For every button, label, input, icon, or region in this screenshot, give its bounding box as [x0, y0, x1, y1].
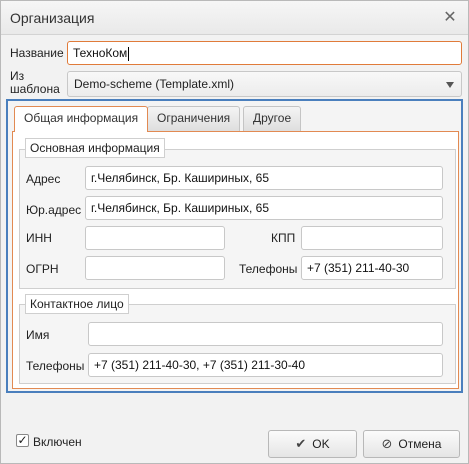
- name-input[interactable]: ТехноКом: [67, 41, 462, 65]
- ok-button[interactable]: ✔ OK: [268, 430, 357, 458]
- basic-info-legend: Основная информация: [25, 138, 165, 158]
- ok-button-label: OK: [312, 437, 330, 451]
- ogrn-input[interactable]: [85, 256, 225, 280]
- contact-name-label: Имя: [26, 328, 50, 342]
- inn-label: ИНН: [26, 231, 52, 245]
- cancel-button-label: Отмена: [398, 437, 442, 451]
- legal-address-label: Юр.адрес: [26, 203, 82, 217]
- phones-input[interactable]: +7 (351) 211-40-30: [301, 256, 443, 280]
- contact-phones-input[interactable]: +7 (351) 211-40-30, +7 (351) 211-30-40: [88, 353, 443, 377]
- template-select[interactable]: Demo-scheme (Template.xml): [67, 71, 462, 97]
- tab-general-info[interactable]: Общая информация: [14, 106, 149, 132]
- template-select-value: Demo-scheme (Template.xml): [74, 77, 235, 91]
- inn-input[interactable]: [85, 226, 225, 250]
- tab-restrictions[interactable]: Ограничения: [147, 106, 241, 131]
- contact-legend: Контактное лицо: [25, 294, 129, 314]
- cancel-button[interactable]: ⊘ Отмена: [363, 430, 460, 458]
- title-bar: Организация ✕: [1, 1, 468, 35]
- chevron-down-icon: [446, 82, 454, 88]
- kpp-input[interactable]: [301, 226, 443, 250]
- dialog-title: Организация: [10, 10, 95, 26]
- contact-phones-label: Телефоны: [26, 359, 85, 373]
- address-label: Адрес: [26, 172, 61, 186]
- name-input-value: ТехноКом: [73, 46, 128, 60]
- checkmark-icon: ✔: [295, 436, 307, 451]
- kpp-label: КПП: [271, 231, 296, 245]
- tab-other[interactable]: Другое: [243, 106, 302, 131]
- enabled-checkbox[interactable]: ✓: [16, 434, 29, 447]
- template-label: Из шаблона: [10, 69, 60, 96]
- address-input[interactable]: г.Челябинск, Бр. Кашириных, 65: [85, 166, 443, 190]
- organization-dialog: Организация ✕ Название ТехноКом Из шабло…: [0, 0, 469, 464]
- name-label: Название: [10, 46, 64, 60]
- ogrn-label: ОГРН: [26, 262, 59, 276]
- close-icon[interactable]: ✕: [442, 10, 458, 26]
- contact-name-input[interactable]: [88, 322, 443, 346]
- phones-label: Телефоны: [239, 262, 298, 276]
- legal-address-input[interactable]: г.Челябинск, Бр. Кашириных, 65: [85, 196, 443, 220]
- cancel-icon: ⊘: [381, 436, 393, 451]
- enabled-label: Включен: [33, 435, 82, 449]
